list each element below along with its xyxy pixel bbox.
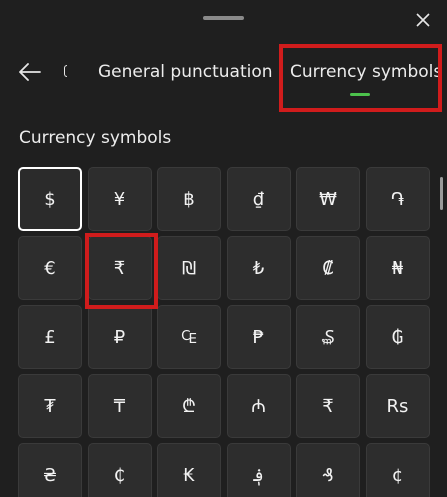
symbol-cell[interactable]: ₦ xyxy=(365,236,430,300)
emoji-symbol-panel: General punctuation Currency symbols Cur… xyxy=(0,0,447,497)
symbol-cell[interactable]: $ xyxy=(18,167,82,231)
symbol-cell[interactable]: ₠ xyxy=(157,305,221,369)
symbol-cell[interactable]: € xyxy=(18,236,82,300)
symbol-cell[interactable]: ₩ xyxy=(296,167,360,231)
symbol-cell[interactable]: ₱ xyxy=(226,305,291,369)
symbol-cell[interactable]: ₲ xyxy=(365,305,430,369)
scrollbar-thumb[interactable] xyxy=(440,177,443,210)
symbol-cell[interactable]: ֏ xyxy=(365,167,430,231)
back-arrow-icon xyxy=(19,63,41,81)
back-button[interactable] xyxy=(14,56,46,88)
symbol-cell[interactable]: ₹ xyxy=(296,374,360,438)
symbol-cell[interactable]: ₸ xyxy=(87,374,152,438)
symbol-cell[interactable]: Rs xyxy=(365,374,430,438)
drag-handle[interactable] xyxy=(203,16,244,20)
tab-general-punctuation[interactable]: General punctuation xyxy=(98,62,273,82)
close-button[interactable] xyxy=(409,7,437,33)
symbol-cell[interactable]: ₴ xyxy=(18,443,82,497)
tab-selected-indicator xyxy=(350,93,370,96)
symbol-cell[interactable]: ₮ xyxy=(18,374,82,438)
symbol-cell[interactable]: ₾ xyxy=(157,374,221,438)
close-icon xyxy=(416,13,430,27)
symbol-cell[interactable]: ؋ xyxy=(226,443,291,497)
symbol-cell[interactable]: £ xyxy=(18,305,82,369)
symbol-cell[interactable]: ₺ xyxy=(226,236,291,300)
symbol-cell[interactable]: ₭ xyxy=(157,443,221,497)
symbol-grid: $ ¥ ฿ ₫ ₩ ֏ € ₹ ₪ ₺ ₡ ₦ £ ₽ ₠ ₱ ₷ ₲ ₮ ₸ … xyxy=(18,167,430,497)
symbol-cell[interactable]: ₹ xyxy=(87,236,152,300)
symbol-cell[interactable]: ₽ xyxy=(87,305,152,369)
tab-currency-symbols[interactable]: Currency symbols xyxy=(290,62,442,82)
symbol-cell[interactable]: ₵ xyxy=(87,443,152,497)
section-title: Currency symbols xyxy=(19,128,172,148)
symbol-cell[interactable]: ₡ xyxy=(296,236,360,300)
symbol-cell[interactable]: ¥ xyxy=(87,167,152,231)
symbol-cell[interactable]: ¢ xyxy=(365,443,430,497)
symbol-cell[interactable]: ₪ xyxy=(157,236,221,300)
symbol-cell[interactable]: ₼ xyxy=(226,374,291,438)
symbol-cell[interactable]: ฿ xyxy=(157,167,221,231)
symbol-cell[interactable]: ₷ xyxy=(296,305,360,369)
symbol-cell[interactable]: ₫ xyxy=(226,167,291,231)
symbol-cell[interactable]: ₰ xyxy=(296,443,360,497)
truncated-tab-edge xyxy=(64,65,68,79)
